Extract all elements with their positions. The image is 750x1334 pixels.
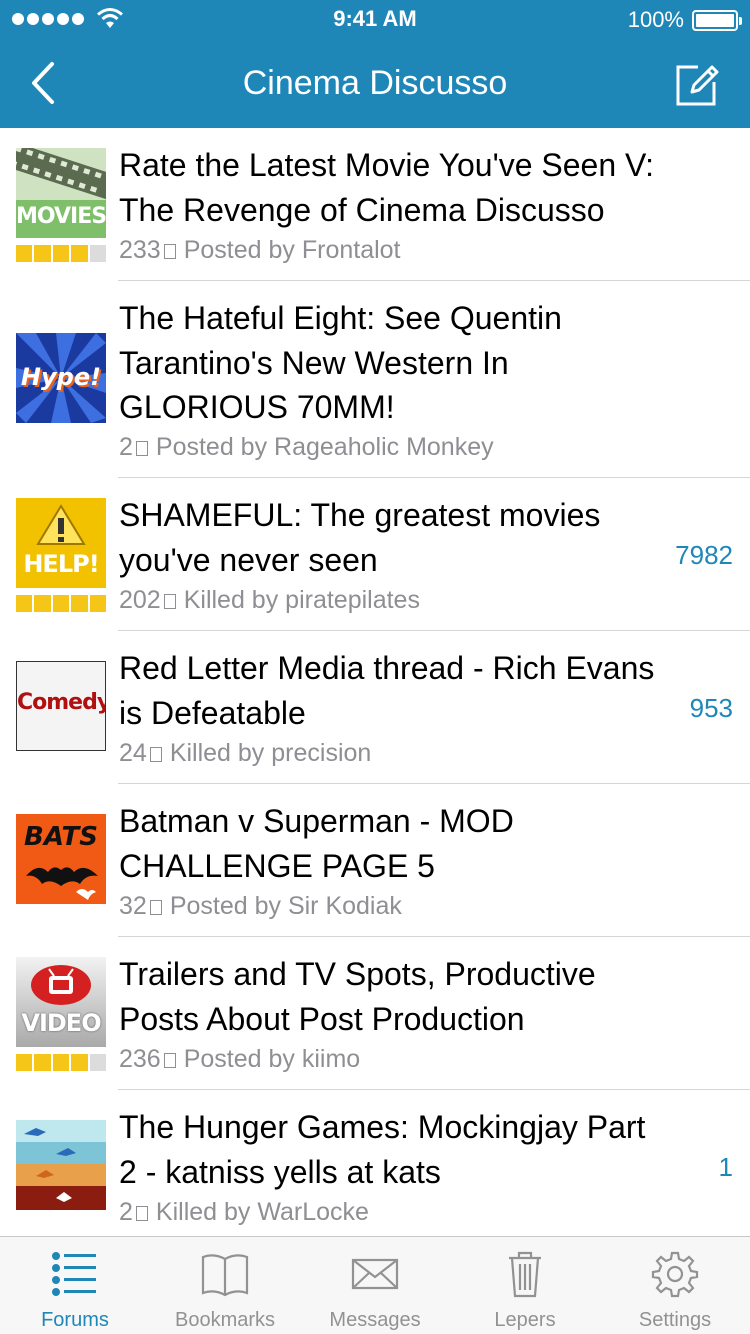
thread-row[interactable]: BATS Batman v Superman - MOD CHALLENGE P…	[0, 784, 750, 937]
unread-count[interactable]: 7982	[675, 540, 733, 571]
thread-meta: 32 Posted by Sir Kodiak	[119, 891, 402, 921]
thread-rating	[16, 595, 106, 612]
thread-author: Posted by kiimo	[183, 1045, 361, 1073]
page-icon	[149, 900, 162, 915]
tab-label: Forums	[41, 1309, 109, 1331]
help-tag-icon: HELP!	[16, 498, 106, 588]
tab-bar: Forums Bookmarks Messages Lepers Setting…	[0, 1236, 750, 1334]
page-icon	[163, 244, 176, 259]
page-count: 32	[119, 892, 147, 920]
tab-forums[interactable]: Forums	[0, 1237, 150, 1334]
movies-tag-icon: MOVIES	[16, 148, 106, 238]
thread-row[interactable]: VIDEO Trailers and TV Spots, Productive …	[0, 937, 750, 1090]
thread-author: Posted by Sir Kodiak	[169, 892, 402, 920]
thread-meta: 24 Killed by precision	[119, 738, 371, 768]
thread-row[interactable]: Comedy Red Letter Media thread - Rich Ev…	[0, 631, 750, 784]
page-count: 2	[119, 433, 133, 461]
thread-author: Posted by Frontalot	[183, 236, 401, 264]
page-icon	[163, 1053, 176, 1068]
thumb-label: VIDEO	[21, 1009, 101, 1037]
page-title: Cinema Discusso	[242, 64, 508, 102]
thread-author: Posted by Rageaholic Monkey	[155, 433, 494, 461]
page-count: 24	[119, 739, 147, 767]
tab-label: Messages	[329, 1309, 421, 1331]
tab-label: Settings	[638, 1309, 712, 1331]
tab-bookmarks[interactable]: Bookmarks	[150, 1237, 300, 1334]
comedy-tag-icon: Comedy	[16, 661, 106, 751]
thread-author: Killed by piratepilates	[183, 586, 420, 614]
thumb-label: HELP!	[23, 550, 99, 578]
book-icon	[201, 1254, 249, 1297]
thread-author: Killed by WarLocke	[155, 1198, 369, 1226]
thread-title: Batman v Superman - MOD CHALLENGE PAGE 5	[119, 803, 514, 884]
battery-percent: 100%	[627, 7, 684, 32]
battery-icon	[692, 10, 742, 31]
thread-title: Trailers and TV Spots, Productive Posts …	[119, 956, 596, 1037]
page-icon	[163, 594, 176, 609]
thread-row[interactable]: MOVIES Rate the Latest Movie You've Seen…	[0, 128, 750, 281]
unread-count[interactable]: 1	[719, 1152, 733, 1183]
hype-tag-icon: Hype!	[16, 333, 106, 423]
unread-count[interactable]: 953	[690, 693, 733, 724]
thread-meta: 2 Killed by WarLocke	[119, 1197, 369, 1227]
compose-button[interactable]	[672, 58, 722, 108]
envelope-icon	[351, 1258, 399, 1290]
thread-meta: 233 Posted by Frontalot	[119, 235, 401, 265]
thread-list: MOVIES Rate the Latest Movie You've Seen…	[0, 128, 750, 1236]
thread-row[interactable]: The Hunger Games: Mockingjay Part 2 - ka…	[0, 1090, 750, 1236]
trash-icon	[509, 1251, 541, 1298]
thumb-label: Comedy	[17, 690, 106, 715]
thread-title: Red Letter Media thread - Rich Evans is …	[119, 650, 655, 731]
nav-bar: Cinema Discusso	[0, 40, 750, 128]
thread-title: The Hunger Games: Mockingjay Part 2 - ka…	[119, 1109, 646, 1190]
thread-meta: 2 Posted by Rageaholic Monkey	[119, 432, 494, 462]
page-icon	[149, 747, 162, 762]
thread-meta: 236 Posted by kiimo	[119, 1044, 360, 1074]
page-icon	[135, 1206, 148, 1221]
thread-row[interactable]: HELP! SHAMEFUL: The greatest movies you'…	[0, 478, 750, 631]
tab-label: Bookmarks	[174, 1309, 276, 1331]
thumb-label: Hype!	[20, 363, 102, 391]
page-count: 233	[119, 236, 161, 264]
page-count: 202	[119, 586, 161, 614]
list-icon	[52, 1252, 96, 1296]
hunger-games-tag-icon	[16, 1120, 106, 1210]
tab-label: Lepers	[494, 1309, 556, 1331]
compose-icon	[676, 65, 719, 106]
tab-settings[interactable]: Settings	[600, 1237, 750, 1334]
thread-meta: 202 Killed by piratepilates	[119, 585, 420, 615]
thread-title: SHAMEFUL: The greatest movies you've nev…	[119, 497, 601, 578]
thread-row[interactable]: Hype! The Hateful Eight: See Quentin Tar…	[0, 281, 750, 478]
bats-tag-icon: BATS	[16, 814, 106, 904]
page-count: 2	[119, 1198, 133, 1226]
thread-rating	[16, 1054, 106, 1071]
thumb-label: MOVIES	[16, 204, 106, 229]
thread-rating	[16, 245, 106, 262]
page-count: 236	[119, 1045, 161, 1073]
page-icon	[135, 441, 148, 456]
status-bar: 9:41 AM 100%	[0, 0, 750, 40]
thread-title: Rate the Latest Movie You've Seen V: The…	[119, 147, 655, 228]
tab-messages[interactable]: Messages	[300, 1237, 450, 1334]
gear-icon	[651, 1251, 699, 1298]
tab-lepers[interactable]: Lepers	[450, 1237, 600, 1334]
thread-title: The Hateful Eight: See Quentin Tarantino…	[119, 300, 562, 425]
thread-author: Killed by precision	[169, 739, 372, 767]
thumb-label: BATS	[24, 822, 98, 852]
video-tag-icon: VIDEO	[16, 957, 106, 1047]
